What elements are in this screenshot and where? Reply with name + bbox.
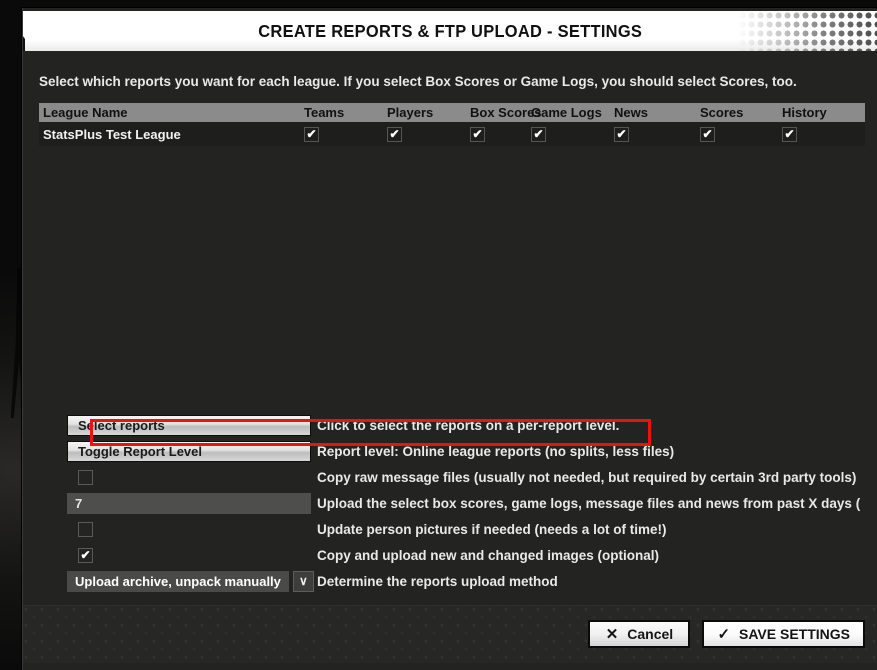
checkbox-history[interactable]: ✔ (782, 126, 797, 142)
options-panel: Select reports Click to select the repor… (67, 412, 867, 594)
league-report-table: League Name Teams Players Box Scores Gam… (39, 103, 865, 146)
cancel-button-label: Cancel (627, 626, 674, 642)
column-header-box-scores: Box Scores (470, 105, 542, 120)
titlebar-chevron-icon (23, 19, 25, 51)
option-row-upload-method: Upload archive, unpack manually ∨ Determ… (67, 568, 867, 594)
option-description-report-level: Report level: Online league reports (no … (317, 443, 675, 459)
cancel-button[interactable]: ✕ Cancel (588, 620, 691, 648)
save-settings-button[interactable]: ✓ SAVE SETTINGS (702, 620, 865, 648)
option-row-upload-days: Upload the select box scores, game logs,… (67, 490, 867, 516)
upload-method-selected-value: Upload archive, unpack manually (67, 570, 289, 592)
column-header-history: History (782, 105, 827, 120)
cell-game-logs: ✔ (531, 126, 614, 142)
cell-news: ✔ (614, 126, 700, 142)
halftone-pattern-decoration (738, 11, 877, 51)
control-cell: ✔ (67, 518, 315, 540)
checkbox-copy-and-upload-images[interactable]: ✔ (78, 547, 93, 563)
option-description-upload-days: Upload the select box scores, game logs,… (317, 495, 861, 511)
option-description-copy-images: Copy and upload new and changed images (… (317, 547, 660, 563)
control-cell: Toggle Report Level (67, 440, 315, 462)
cell-league-name: StatsPlus Test League (43, 126, 181, 142)
option-row-update-pictures: ✔ Update person pictures if needed (need… (67, 516, 867, 542)
checkbox-update-person-pictures[interactable]: ✔ (78, 521, 93, 537)
column-header-news: News (614, 105, 648, 120)
column-header-teams: Teams (304, 105, 345, 120)
upload-method-dropdown[interactable]: Upload archive, unpack manually ∨ (67, 570, 314, 592)
control-cell: Upload archive, unpack manually ∨ (67, 570, 315, 592)
table-header-row: League Name Teams Players Box Scores Gam… (39, 103, 865, 122)
control-cell: ✔ (67, 466, 315, 488)
save-settings-button-label: SAVE SETTINGS (739, 626, 850, 642)
app-root: CREATE REPORTS & FTP UPLOAD - SETTINGS S… (0, 0, 877, 670)
dialog-footer: ✕ Cancel ✓ SAVE SETTINGS (23, 605, 877, 663)
control-cell: ✔ (67, 544, 315, 566)
checkbox-players[interactable]: ✔ (387, 126, 402, 142)
option-row-copy-raw-messages: ✔ Copy raw message files (usually not ne… (67, 464, 867, 490)
option-row-copy-images: ✔ Copy and upload new and changed images… (67, 542, 867, 568)
check-icon: ✓ (717, 625, 731, 643)
column-header-scores: Scores (700, 105, 744, 120)
option-description-update-pictures: Update person pictures if needed (needs … (317, 521, 667, 537)
close-icon: ✕ (605, 625, 619, 643)
checkbox-news[interactable]: ✔ (614, 126, 629, 142)
dialog-title: CREATE REPORTS & FTP UPLOAD - SETTINGS (258, 20, 643, 41)
cell-teams: ✔ (304, 126, 387, 142)
column-header-players: Players (387, 105, 434, 120)
instruction-text: Select which reports you want for each l… (39, 74, 797, 89)
table-row[interactable]: StatsPlus Test League ✔ ✔ ✔ ✔ ✔ ✔ ✔ (39, 122, 865, 146)
dialog-titlebar: CREATE REPORTS & FTP UPLOAD - SETTINGS (23, 11, 877, 51)
chevron-down-icon[interactable]: ∨ (292, 570, 314, 592)
option-description-select-reports: Click to select the reports on a per-rep… (317, 417, 620, 433)
select-reports-button[interactable]: Select reports (67, 414, 311, 436)
control-cell (67, 492, 315, 514)
cell-scores: ✔ (700, 126, 782, 142)
checkbox-box-scores[interactable]: ✔ (470, 126, 485, 142)
upload-past-days-input[interactable] (67, 492, 311, 514)
cell-history: ✔ (782, 126, 865, 142)
cell-players: ✔ (387, 126, 470, 142)
checkbox-teams[interactable]: ✔ (304, 126, 319, 142)
option-row-select-reports: Select reports Click to select the repor… (67, 412, 867, 438)
column-header-game-logs: Game Logs (531, 105, 602, 120)
option-row-toggle-report-level: Toggle Report Level Report level: Online… (67, 438, 867, 464)
footer-button-group: ✕ Cancel ✓ SAVE SETTINGS (588, 620, 865, 648)
toggle-report-level-button[interactable]: Toggle Report Level (67, 440, 311, 462)
control-cell: Select reports (67, 414, 315, 436)
checkbox-copy-raw-message-files[interactable]: ✔ (78, 469, 93, 485)
checkbox-game-logs[interactable]: ✔ (531, 126, 546, 142)
column-header-league-name: League Name (43, 105, 128, 120)
checkbox-scores[interactable]: ✔ (700, 126, 715, 142)
settings-dialog: CREATE REPORTS & FTP UPLOAD - SETTINGS S… (22, 8, 877, 670)
option-description-upload-method: Determine the reports upload method (317, 573, 558, 589)
option-description-copy-raw-messages: Copy raw message files (usually not need… (317, 469, 857, 485)
cell-box-scores: ✔ (470, 126, 531, 142)
